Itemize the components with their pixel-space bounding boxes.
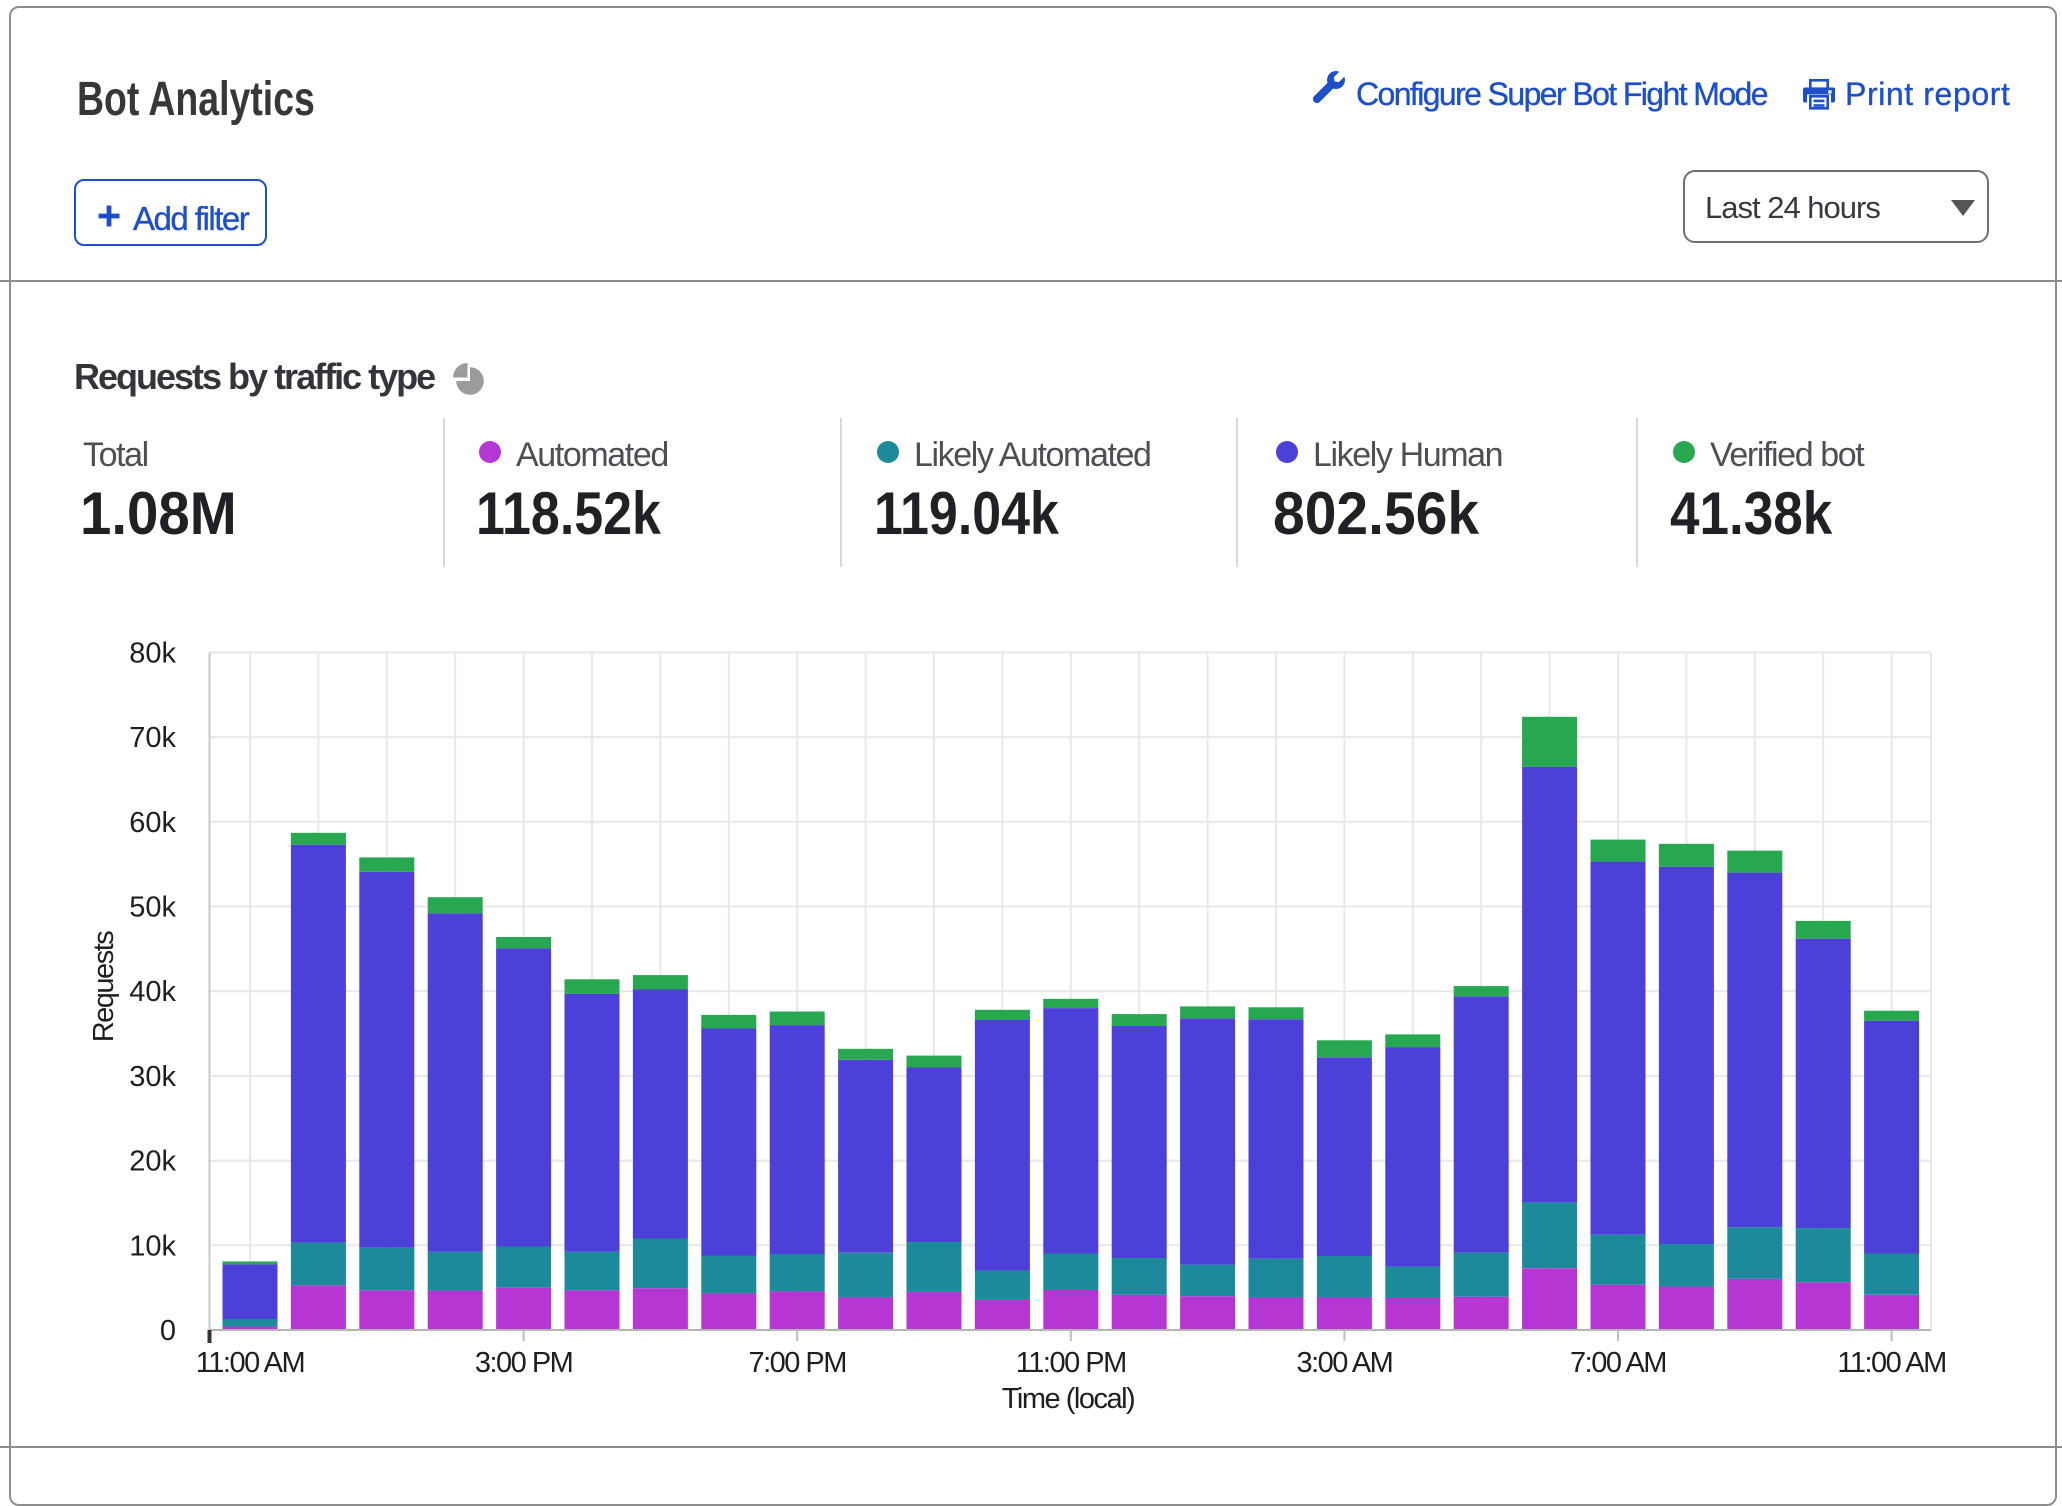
svg-text:0: 0: [160, 1315, 176, 1347]
svg-text:11:00 AM: 11:00 AM: [1837, 1347, 1945, 1379]
svg-text:11:00 AM: 11:00 AM: [196, 1347, 304, 1379]
svg-text:30k: 30k: [129, 1061, 176, 1093]
svg-text:3:00 AM: 3:00 AM: [1296, 1347, 1392, 1379]
svg-text:50k: 50k: [129, 892, 176, 924]
svg-text:3:00 PM: 3:00 PM: [475, 1347, 573, 1379]
svg-text:60k: 60k: [129, 807, 176, 839]
svg-text:40k: 40k: [129, 976, 176, 1008]
svg-text:Time (local): Time (local): [1002, 1383, 1134, 1415]
svg-text:7:00 AM: 7:00 AM: [1570, 1347, 1666, 1379]
svg-text:Requests: Requests: [88, 931, 120, 1043]
svg-text:20k: 20k: [129, 1146, 176, 1178]
svg-text:11:00 PM: 11:00 PM: [1016, 1347, 1126, 1379]
svg-text:80k: 80k: [129, 637, 176, 669]
svg-text:70k: 70k: [129, 722, 176, 754]
svg-text:7:00 PM: 7:00 PM: [748, 1347, 846, 1379]
svg-text:10k: 10k: [129, 1230, 176, 1262]
